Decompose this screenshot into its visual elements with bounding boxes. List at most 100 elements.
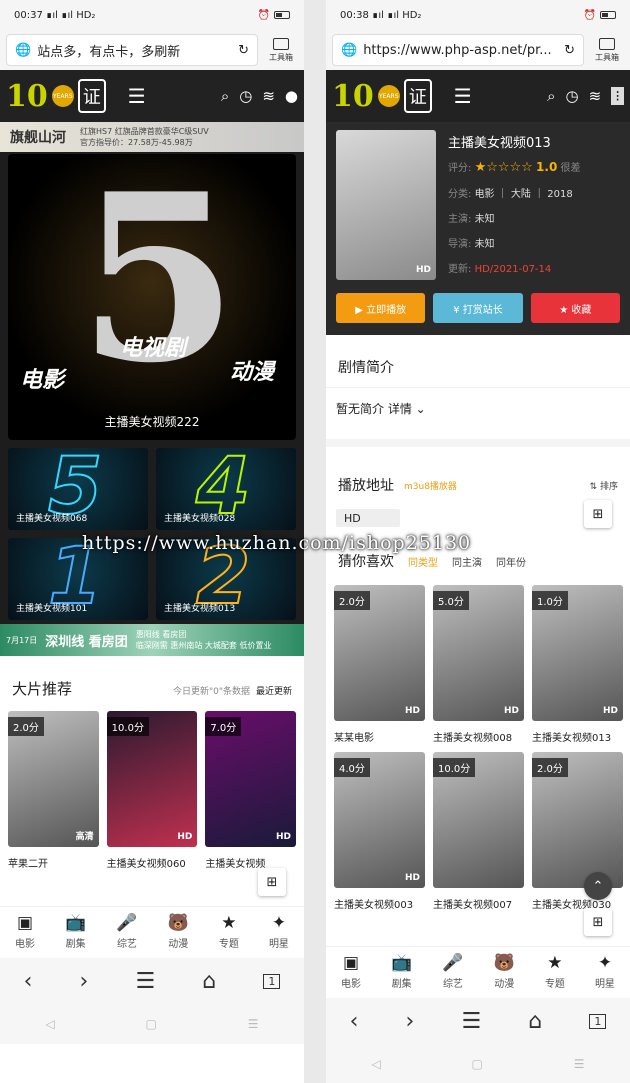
topic-icon: ★ bbox=[221, 913, 237, 933]
score-badge: 10.0分 bbox=[433, 758, 476, 777]
tabs-icon[interactable]: 1 bbox=[589, 1013, 607, 1029]
sys-menu-icon[interactable]: ☰ bbox=[248, 1017, 259, 1031]
score-badge: 1.0分 bbox=[532, 591, 568, 610]
globe-icon: 🌐 bbox=[15, 42, 32, 58]
rss-icon[interactable]: ≋ bbox=[262, 87, 275, 105]
forward-icon[interactable]: › bbox=[406, 1009, 415, 1034]
menu-icon[interactable]: ☰ bbox=[128, 84, 146, 108]
back-icon[interactable]: ‹ bbox=[350, 1009, 359, 1034]
user-icon[interactable]: ⁝ bbox=[611, 87, 624, 105]
windows-icon[interactable]: ⊞ bbox=[584, 908, 612, 936]
nav-movie[interactable]: ▣ 电影 bbox=[15, 907, 35, 954]
related-title: 猜你喜欢 bbox=[338, 554, 394, 570]
synopsis-section: 剧情简介 bbox=[326, 335, 630, 388]
windows-icon[interactable]: ⊞ bbox=[258, 868, 286, 896]
rss-icon[interactable]: ≋ bbox=[589, 87, 602, 105]
video-card[interactable]: 4.0分 HD 主播美女视频003 bbox=[334, 752, 425, 911]
field-label: 导演: bbox=[448, 239, 472, 250]
toolbox-button[interactable]: 工具箱 bbox=[590, 37, 624, 63]
latest-link[interactable]: 最近更新 bbox=[256, 687, 292, 697]
score-badge: 2.0分 bbox=[532, 758, 568, 777]
video-card[interactable]: 2.0分 HD 某某电影 bbox=[334, 585, 425, 744]
featured-tile[interactable]: 5 主播美女视频068 bbox=[8, 448, 148, 530]
top-ad-banner[interactable]: 旗舰山河 红旗HS7 红旗品牌首款豪华C级SUV 官方指导价：27.58万-45.… bbox=[0, 122, 304, 152]
play-button[interactable]: ▶ 立即播放 bbox=[336, 293, 426, 323]
nav-anime[interactable]: 🐻 动漫 bbox=[494, 947, 515, 994]
video-poster[interactable]: HD bbox=[336, 130, 436, 280]
refresh-icon[interactable]: ↻ bbox=[238, 43, 249, 58]
back-icon[interactable]: ‹ bbox=[24, 969, 33, 994]
nav-series[interactable]: 📺 剧集 bbox=[65, 907, 86, 954]
toolbox-button[interactable]: 工具箱 bbox=[264, 37, 298, 63]
signal-icon: ∎ıl ∎ıl HD₂ bbox=[46, 9, 96, 21]
tv-icon: 📺 bbox=[391, 953, 413, 973]
site-logo[interactable]: 10 YEARS 证 bbox=[332, 79, 432, 114]
sort-button[interactable]: ⇅ 排序 bbox=[590, 479, 618, 492]
filter-same-type[interactable]: 同类型 bbox=[408, 554, 438, 569]
nav-anime[interactable]: 🐻 动漫 bbox=[168, 907, 189, 954]
tabs-icon[interactable]: 1 bbox=[263, 973, 281, 989]
synopsis-text[interactable]: 暂无简介 详情 ⌄ bbox=[326, 388, 630, 439]
tip-button[interactable]: ¥ 打赏站长 bbox=[433, 293, 523, 323]
housing-ad-banner[interactable]: 7月17日 深圳线 看房团 惠阳线 看房团 临深刚需 惠州南站 大城配套 低价置业 bbox=[0, 624, 304, 656]
nav-label: 电影 bbox=[341, 979, 362, 990]
quality-tag: HD bbox=[404, 873, 420, 883]
hero-word-anime: 动漫 bbox=[230, 360, 275, 385]
site-logo[interactable]: 10 YEARS 证 bbox=[6, 79, 106, 114]
sys-menu-icon[interactable]: ☰ bbox=[574, 1057, 585, 1071]
nav-movie[interactable]: ▣ 电影 bbox=[341, 947, 361, 994]
history-icon[interactable]: ◷ bbox=[566, 87, 579, 105]
video-card[interactable]: 10.0分 HD 主播美女视频060 bbox=[106, 711, 198, 870]
filter-same-actor[interactable]: 同主演 bbox=[452, 554, 482, 569]
sys-home-icon[interactable]: ▢ bbox=[472, 1057, 483, 1071]
nav-label: 明星 bbox=[594, 979, 615, 990]
episode-hd-button[interactable]: HD bbox=[336, 509, 400, 527]
filter-same-year[interactable]: 同年份 bbox=[496, 554, 526, 569]
nav-label: 综艺 bbox=[116, 939, 137, 950]
quality-tag: HD bbox=[602, 706, 618, 716]
quality-tag: HD bbox=[415, 265, 431, 275]
home-icon[interactable]: ⌂ bbox=[202, 969, 216, 994]
sys-home-icon[interactable]: ▢ bbox=[146, 1017, 157, 1031]
windows-icon[interactable]: ⊞ bbox=[584, 500, 612, 528]
forward-icon[interactable]: › bbox=[80, 969, 89, 994]
user-icon[interactable]: ● bbox=[285, 87, 298, 105]
history-icon[interactable]: ◷ bbox=[239, 87, 252, 105]
nav-topic[interactable]: ★ 专题 bbox=[219, 907, 239, 954]
nav-variety[interactable]: 🎤 综艺 bbox=[116, 907, 137, 954]
video-card[interactable]: 7.0分 HD 主播美女视频 bbox=[205, 711, 297, 870]
favorite-button[interactable]: ★ 收藏 bbox=[530, 293, 620, 323]
alarm-icon: ⏰ bbox=[583, 9, 596, 21]
ad-line: 红旗HS7 红旗品牌首款豪华C级SUV bbox=[80, 127, 209, 136]
video-card[interactable]: 1.0分 HD 主播美女视频013 bbox=[532, 585, 623, 744]
nav-star[interactable]: ✦ 明星 bbox=[269, 907, 289, 954]
refresh-icon[interactable]: ↻ bbox=[564, 43, 575, 58]
topic-icon: ★ bbox=[547, 953, 563, 973]
url-field[interactable]: 🌐 站点多，有点卡，多刷新 ↻ bbox=[6, 34, 258, 66]
nav-label: 明星 bbox=[268, 939, 289, 950]
url-field[interactable]: 🌐 https://www.php-asp.net/pr... ↻ bbox=[332, 34, 584, 66]
nav-variety[interactable]: 🎤 综艺 bbox=[442, 947, 463, 994]
menu-icon[interactable]: ☰ bbox=[454, 84, 472, 108]
back-to-top-icon[interactable]: ⌃ bbox=[584, 872, 612, 900]
nav-star[interactable]: ✦ 明星 bbox=[595, 947, 615, 994]
movie-icon: ▣ bbox=[343, 953, 360, 973]
mic-icon: 🎤 bbox=[116, 913, 138, 933]
hero-slide[interactable]: 5 电影 电视剧 动漫 主播美女视频222 bbox=[8, 154, 296, 440]
video-card[interactable]: 5.0分 HD 主播美女视频008 bbox=[433, 585, 524, 744]
video-card[interactable]: 10.0分 主播美女视频007 bbox=[433, 752, 524, 911]
section-title: 大片推荐 bbox=[12, 680, 73, 698]
featured-tile[interactable]: 4 主播美女视频028 bbox=[156, 448, 296, 530]
search-icon[interactable]: ⌕ bbox=[547, 87, 555, 105]
nav-series[interactable]: 📺 剧集 bbox=[391, 947, 412, 994]
sys-back-icon[interactable]: ◁ bbox=[45, 1017, 54, 1031]
search-icon[interactable]: ⌕ bbox=[221, 87, 229, 105]
video-card[interactable]: 2.0分 高清 苹果二开 bbox=[8, 711, 99, 870]
home-icon[interactable]: ⌂ bbox=[528, 1009, 542, 1034]
video-thumbnail: 5.0分 HD bbox=[433, 585, 524, 721]
nav-topic[interactable]: ★ 专题 bbox=[545, 947, 565, 994]
menu-icon[interactable]: ☰ bbox=[135, 969, 155, 994]
sys-back-icon[interactable]: ◁ bbox=[371, 1057, 380, 1071]
logo-char: 证 bbox=[403, 79, 432, 113]
menu-icon[interactable]: ☰ bbox=[461, 1009, 481, 1034]
